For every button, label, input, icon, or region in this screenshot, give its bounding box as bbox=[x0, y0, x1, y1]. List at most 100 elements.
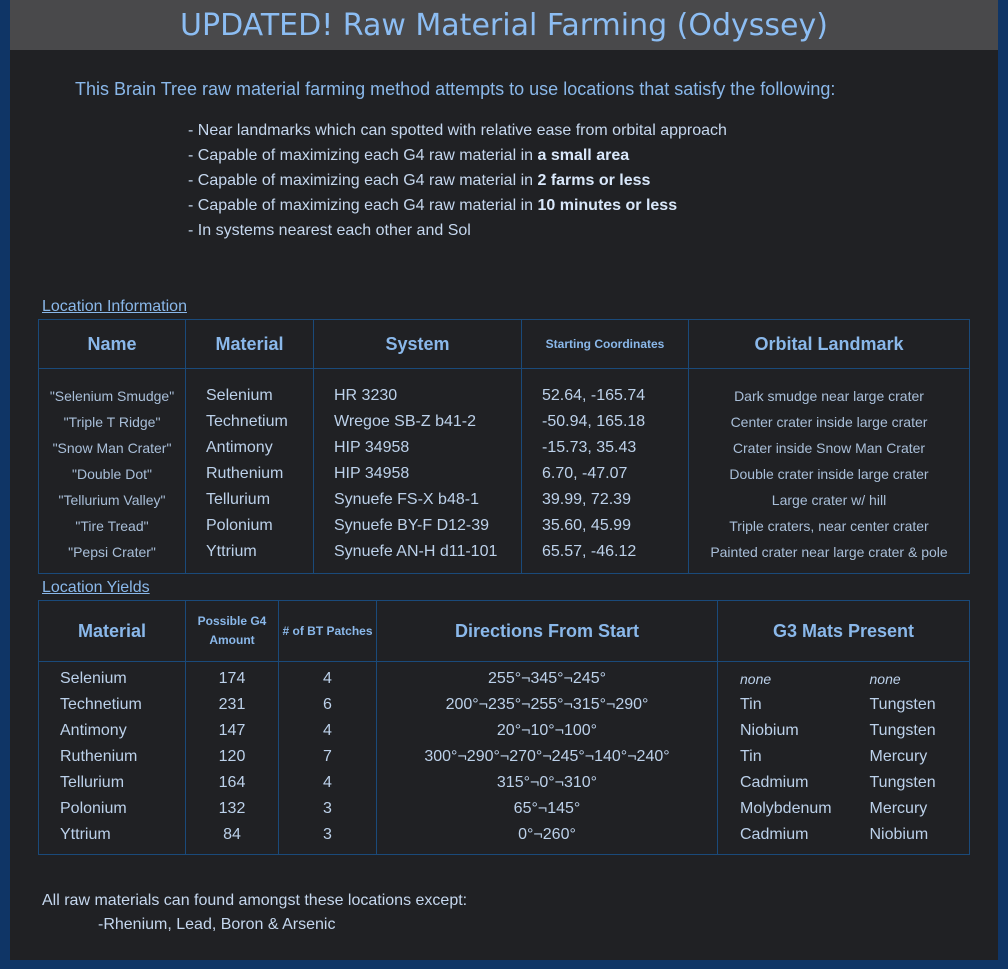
material-cell: Technetium bbox=[38, 692, 186, 718]
material-cell: Polonium bbox=[38, 796, 186, 822]
landmark-cell: Large crater w/ hill bbox=[688, 487, 970, 513]
material-cell: Yttrium bbox=[38, 822, 186, 855]
footer-line: All raw materials can found amongst thes… bbox=[42, 892, 468, 909]
landmark-cell: Crater inside Snow Man Crater bbox=[688, 435, 970, 461]
material-cell: Technetium bbox=[185, 409, 314, 435]
landmark-cell: Triple craters, near center crater bbox=[688, 513, 970, 539]
coordinates-cell: 39.99, 72.39 bbox=[521, 487, 689, 513]
g3-mat-cell: Mercury bbox=[843, 796, 970, 822]
directions-cell: 200°¬235°¬255°¬315°¬290° bbox=[376, 692, 718, 718]
footer-exceptions: -Rhenium, Lead, Boron & Arsenic bbox=[98, 916, 336, 933]
g3-mat-cell: Cadmium bbox=[717, 822, 844, 855]
directions-cell: 300°¬290°¬270°¬245°¬140°¬240° bbox=[376, 744, 718, 770]
directions-cell: 0°¬260° bbox=[376, 822, 718, 855]
g3-mat-cell: Tungsten bbox=[843, 692, 970, 718]
coordinates-cell: 65.57, -46.12 bbox=[521, 539, 689, 574]
title-bar: UPDATED! Raw Material Farming (Odyssey) bbox=[10, 0, 998, 50]
material-cell: Yttrium bbox=[185, 539, 314, 574]
system-cell: Synuefe FS-X b48-1 bbox=[313, 487, 522, 513]
location-name: "Tire Tread" bbox=[38, 513, 186, 539]
col-header-g3-mats: G3 Mats Present bbox=[717, 600, 970, 662]
table-row: "Snow Man Crater" Antimony HIP 34958 -15.73… bbox=[38, 435, 970, 461]
system-cell: Synuefe BY-F D12-39 bbox=[313, 513, 522, 539]
col-header-system: System bbox=[313, 319, 522, 369]
g3-mat-cell: Tin bbox=[740, 696, 762, 713]
bt-patches-cell: 3 bbox=[278, 796, 377, 822]
bt-patches-cell: 3 bbox=[278, 822, 377, 855]
guide-panel: UPDATED! Raw Material Farming (Odyssey) … bbox=[10, 0, 998, 960]
col-header-name: Name bbox=[38, 319, 186, 369]
bt-patches-cell: 4 bbox=[278, 770, 377, 796]
material-cell: Polonium bbox=[185, 513, 314, 539]
location-info-heading: Location Information bbox=[42, 298, 187, 315]
system-cell: HIP 34958 bbox=[313, 461, 522, 487]
location-name: "Pepsi Crater" bbox=[38, 539, 186, 574]
table-row: "Tellurium Valley" Tellurium Synuefe FS-X … bbox=[38, 487, 970, 513]
g3-mat-cell: Tungsten bbox=[843, 718, 970, 744]
table-row: "Triple T Ridge" Technetium Wregoe SB-Z b4… bbox=[38, 409, 970, 435]
system-cell: HIP 34958 bbox=[313, 435, 522, 461]
intro-text: This Brain Tree raw material farming met… bbox=[75, 79, 836, 99]
table-row: "Tire Tread" Polonium Synuefe BY-F D12-39 3… bbox=[38, 513, 970, 539]
table-row: Yttrium 84 3 0°¬260° Cadmium Niobium bbox=[38, 822, 970, 855]
g4-amount-cell: 164 bbox=[185, 770, 279, 796]
location-name: "Double Dot" bbox=[38, 461, 186, 487]
g3-mat-cell: none bbox=[740, 671, 772, 687]
g3-mat-cell: Mercury bbox=[843, 744, 970, 770]
table-row: Selenium 174 4 255°¬345°¬245° none none bbox=[38, 661, 970, 692]
g3-mat-cell: Niobium bbox=[843, 822, 970, 855]
criteria-list: - Near landmarks which can spotted with … bbox=[188, 118, 727, 243]
g3-mat-cell: Cadmium bbox=[740, 774, 809, 791]
bt-patches-cell: 4 bbox=[278, 661, 377, 692]
g3-mat-cell: Tungsten bbox=[843, 770, 970, 796]
col-header-landmark: Orbital Landmark bbox=[688, 319, 970, 369]
material-cell: Ruthenium bbox=[38, 744, 186, 770]
coordinates-cell: 6.70, -47.07 bbox=[521, 461, 689, 487]
material-cell: Antimony bbox=[38, 718, 186, 744]
material-cell: Antimony bbox=[185, 435, 314, 461]
location-info-table: Name Material System Starting Coordinate… bbox=[38, 319, 970, 574]
location-yields-table: Material Possible G4 Amount # of BT Patc… bbox=[38, 600, 970, 855]
table-row: Ruthenium 120 7 300°¬290°¬270°¬245°¬140°¬24… bbox=[38, 744, 970, 770]
material-cell: Selenium bbox=[185, 368, 314, 409]
g3-mat-cell: Molybdenum bbox=[740, 800, 832, 817]
bt-patches-cell: 6 bbox=[278, 692, 377, 718]
table-row: Polonium 132 3 65°¬145° Molybdenum Mercury bbox=[38, 796, 970, 822]
table-header-row: Material Possible G4 Amount # of BT Patc… bbox=[38, 600, 970, 662]
g4-amount-cell: 120 bbox=[185, 744, 279, 770]
material-cell: Tellurium bbox=[185, 487, 314, 513]
system-cell: Synuefe AN-H d11-101 bbox=[313, 539, 522, 574]
criteria-item: - Capable of maximizing each G4 raw mate… bbox=[188, 172, 651, 189]
table-row: Tellurium 164 4 315°¬0°¬310° Cadmium Tungsten bbox=[38, 770, 970, 796]
criteria-item: - In systems nearest each other and Sol bbox=[188, 222, 471, 239]
criteria-item: - Near landmarks which can spotted with … bbox=[188, 122, 727, 139]
table-row: "Selenium Smudge" Selenium HR 3230 52.64, -… bbox=[38, 368, 970, 409]
col-header-material: Material bbox=[38, 600, 186, 662]
material-cell: Tellurium bbox=[38, 770, 186, 796]
col-header-directions: Directions From Start bbox=[376, 600, 718, 662]
landmark-cell: Painted crater near large crater & pole bbox=[688, 539, 970, 574]
location-name: "Triple T Ridge" bbox=[38, 409, 186, 435]
location-name: "Selenium Smudge" bbox=[38, 368, 186, 409]
landmark-cell: Double crater inside large crater bbox=[688, 461, 970, 487]
coordinates-cell: -50.94, 165.18 bbox=[521, 409, 689, 435]
g3-mat-cell: Tin bbox=[740, 748, 762, 765]
material-cell: Ruthenium bbox=[185, 461, 314, 487]
g3-mat-cell: none bbox=[843, 661, 970, 692]
page-title: UPDATED! Raw Material Farming (Odyssey) bbox=[180, 7, 828, 43]
location-name: "Snow Man Crater" bbox=[38, 435, 186, 461]
bt-patches-cell: 4 bbox=[278, 718, 377, 744]
system-cell: HR 3230 bbox=[313, 368, 522, 409]
coordinates-cell: 52.64, -165.74 bbox=[521, 368, 689, 409]
g4-amount-cell: 84 bbox=[185, 822, 279, 855]
g4-amount-cell: 132 bbox=[185, 796, 279, 822]
footer-note: All raw materials can found amongst thes… bbox=[42, 889, 467, 937]
landmark-cell: Center crater inside large crater bbox=[688, 409, 970, 435]
g4-amount-cell: 174 bbox=[185, 661, 279, 692]
location-name: "Tellurium Valley" bbox=[38, 487, 186, 513]
table-row: "Pepsi Crater" Yttrium Synuefe AN-H d11-10… bbox=[38, 539, 970, 574]
g4-amount-cell: 231 bbox=[185, 692, 279, 718]
g3-mat-cell: Niobium bbox=[740, 722, 799, 739]
table-header-row: Name Material System Starting Coordinate… bbox=[38, 319, 970, 369]
bt-patches-cell: 7 bbox=[278, 744, 377, 770]
